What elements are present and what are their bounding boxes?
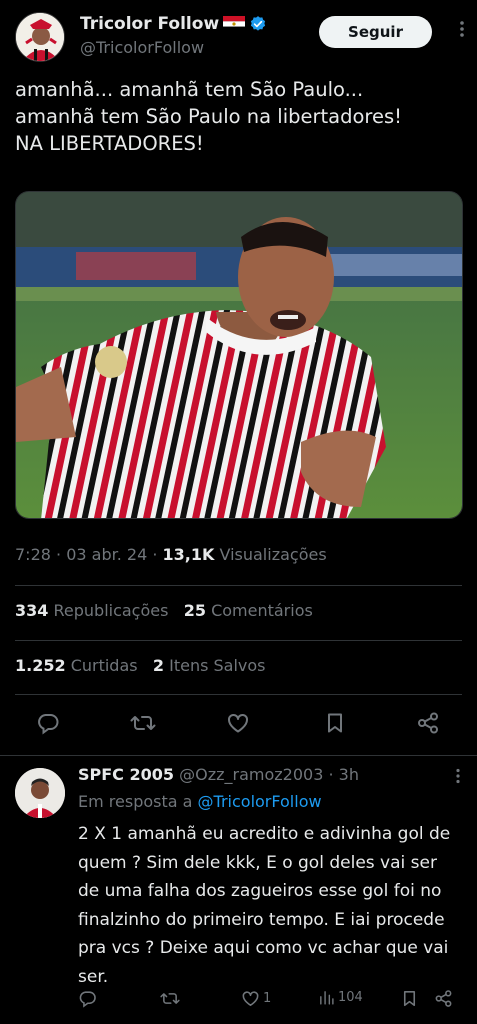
- divider: [15, 585, 462, 586]
- author-avatar[interactable]: [15, 12, 65, 62]
- meta-separator-2: ·: [147, 545, 163, 564]
- reply-handle[interactable]: @Ozz_ramoz2003: [179, 765, 323, 784]
- reply-share-action[interactable]: [434, 989, 453, 1008]
- reply-item[interactable]: SPFC 2005 @Ozz_ramoz2003 · 3h Em respost…: [0, 756, 477, 1024]
- likes-stat[interactable]: 1.252 Curtidas: [15, 656, 138, 675]
- reply-comment-action[interactable]: [78, 989, 97, 1008]
- follow-button[interactable]: Seguir: [319, 16, 432, 48]
- views-label: Visualizações: [214, 545, 327, 564]
- saves-count: 2: [152, 656, 165, 675]
- reply-avatar[interactable]: [15, 768, 65, 818]
- share-icon[interactable]: [413, 708, 443, 738]
- repost-icon[interactable]: [128, 708, 158, 738]
- reposts-stat[interactable]: 334 Republicações: [15, 601, 168, 620]
- tweet-media-image[interactable]: [15, 191, 463, 519]
- comments-stat[interactable]: 25 Comentários: [184, 601, 313, 620]
- tweet-action-bar: [15, 708, 462, 742]
- reposts-label: Republicações: [48, 601, 169, 620]
- likes-label: Curtidas: [65, 656, 138, 675]
- reply-time[interactable]: · 3h: [323, 765, 359, 784]
- like-icon: [242, 991, 259, 1007]
- tweet-header: Tricolor Follow @TricolorFollow Seguir: [15, 10, 465, 62]
- reply-like-count: 1: [263, 991, 272, 1006]
- flag-icon: [223, 16, 246, 32]
- author-display-name[interactable]: Tricolor Follow: [80, 14, 219, 34]
- more-horizontal-icon[interactable]: [459, 20, 465, 38]
- comments-label: Comentários: [205, 601, 313, 620]
- share-icon: [435, 990, 452, 1007]
- reply-header: SPFC 2005 @Ozz_ramoz2003 · 3h: [78, 765, 359, 784]
- likes-saves-stats: 1.252 Curtidas 2 Itens Salvos: [15, 656, 266, 675]
- comments-count: 25: [183, 601, 206, 620]
- author-name-row: Tricolor Follow: [80, 14, 267, 34]
- replying-to: Em resposta a @TricolorFollow: [78, 792, 322, 811]
- verified-badge-icon: [251, 16, 266, 31]
- reposts-count: 334: [15, 601, 49, 620]
- saves-stat[interactable]: 2 Itens Salvos: [153, 656, 266, 675]
- views-chart-icon: [320, 991, 334, 1005]
- reply-bookmark-action[interactable]: [400, 989, 419, 1008]
- reply-text: 2 X 1 amanhã eu acredito e adivinha gol …: [78, 824, 451, 987]
- tweet-time[interactable]: 7:28: [15, 545, 51, 564]
- reply-icon[interactable]: [33, 708, 63, 738]
- divider: [15, 640, 462, 641]
- reply-repost-action[interactable]: [160, 989, 180, 1008]
- author-handle[interactable]: @TricolorFollow: [80, 38, 204, 57]
- bookmark-icon[interactable]: [320, 708, 350, 738]
- tweet-meta: 7:28 · 03 abr. 24 · 13,1K Visualizações: [15, 545, 327, 564]
- reply-action-bar: 1 104: [78, 989, 458, 1013]
- reply-to-mention[interactable]: @TricolorFollow: [198, 792, 322, 811]
- more-horizontal-icon[interactable]: [455, 768, 461, 784]
- divider: [15, 694, 462, 695]
- reply-to-prefix: Em resposta a: [78, 792, 198, 811]
- saves-label: Itens Salvos: [164, 656, 266, 675]
- reply-views-action[interactable]: 104: [318, 989, 363, 1006]
- tweet-text: amanhã... amanhã tem São Paulo... amanhã…: [15, 78, 402, 155]
- repost-icon: [160, 993, 180, 1004]
- bookmark-icon: [403, 990, 416, 1007]
- meta-separator: ·: [50, 545, 67, 564]
- likes-count: 1.252: [15, 656, 66, 675]
- reply-icon: [79, 991, 96, 1008]
- reply-display-name[interactable]: SPFC 2005: [78, 765, 174, 784]
- reply-like-action[interactable]: 1: [241, 989, 271, 1008]
- repost-comment-stats: 334 Republicações 25 Comentários: [15, 601, 313, 620]
- like-icon[interactable]: [223, 708, 253, 738]
- reply-view-count: 104: [338, 990, 363, 1005]
- tweet-date[interactable]: 03 abr. 24: [66, 545, 147, 564]
- views-count: 13,1K: [162, 545, 215, 564]
